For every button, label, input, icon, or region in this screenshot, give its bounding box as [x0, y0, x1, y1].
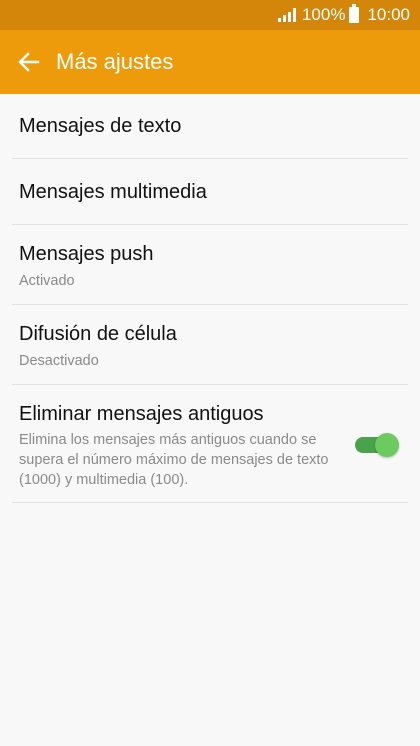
battery-icon: [349, 4, 360, 23]
eliminar-mensajes-toggle[interactable]: [355, 431, 399, 459]
setting-summary: Activado: [19, 272, 75, 289]
settings-list: Mensajes de texto Mensajes multimedia Me…: [0, 94, 420, 503]
setting-title: Difusión de célula: [19, 322, 177, 345]
setting-difusion-de-celula[interactable]: Difusión de célula Desactivado: [12, 305, 408, 385]
clock: 10:00: [367, 5, 410, 24]
page-title: Más ajustes: [56, 49, 174, 74]
toggle-thumb: [375, 433, 399, 457]
signal-icon: [277, 8, 296, 22]
battery-percent: 100%: [301, 5, 346, 24]
setting-title: Eliminar mensajes antiguos: [19, 403, 264, 425]
setting-summary: Desactivado: [19, 352, 99, 369]
setting-mensajes-multimedia[interactable]: Mensajes multimedia: [12, 159, 408, 225]
setting-mensajes-push[interactable]: Mensajes push Activado: [12, 225, 408, 305]
setting-summary: Elimina los mensajes más antiguos cuando…: [19, 432, 329, 488]
setting-eliminar-mensajes-antiguos[interactable]: Eliminar mensajes antiguos Elimina los m…: [12, 385, 408, 503]
setting-title: Mensajes multimedia: [19, 180, 207, 203]
setting-title: Mensajes de texto: [19, 115, 182, 137]
setting-title: Mensajes push: [19, 242, 154, 265]
arrow-back-icon[interactable]: [16, 49, 42, 75]
action-bar: Más ajustes: [0, 30, 420, 94]
status-bar: 100% 10:00: [0, 0, 420, 30]
setting-mensajes-de-texto[interactable]: Mensajes de texto: [12, 94, 408, 159]
